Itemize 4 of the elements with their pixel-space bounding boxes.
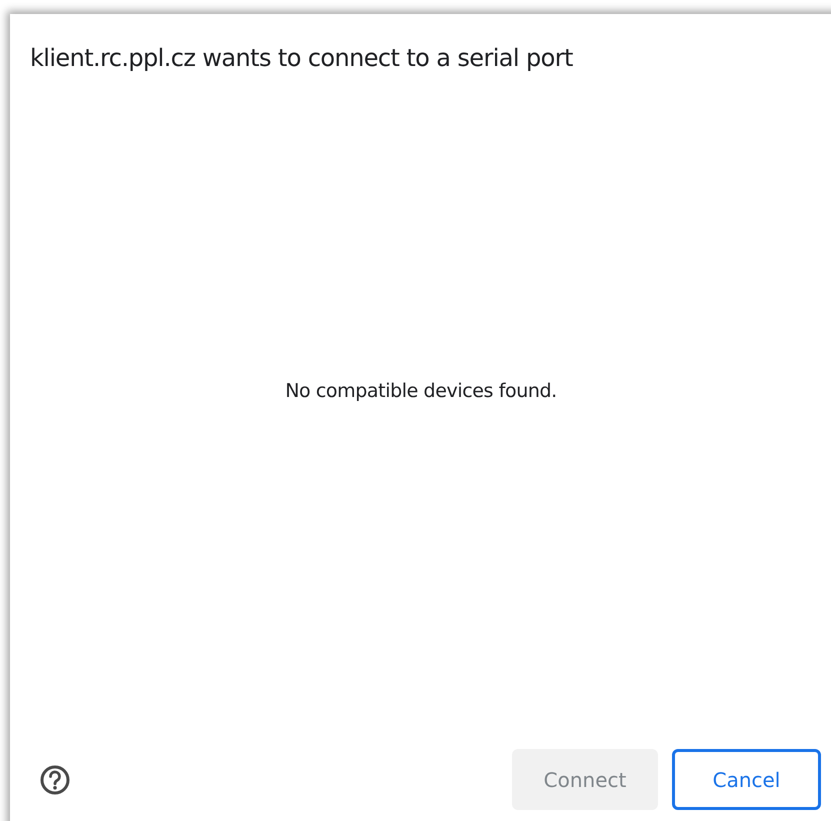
help-icon[interactable] — [39, 764, 71, 796]
empty-message: No compatible devices found. — [285, 380, 557, 402]
cancel-button[interactable]: Cancel — [672, 749, 821, 810]
dialog-title: klient.rc.ppl.cz wants to connect to a serial port — [29, 43, 573, 72]
